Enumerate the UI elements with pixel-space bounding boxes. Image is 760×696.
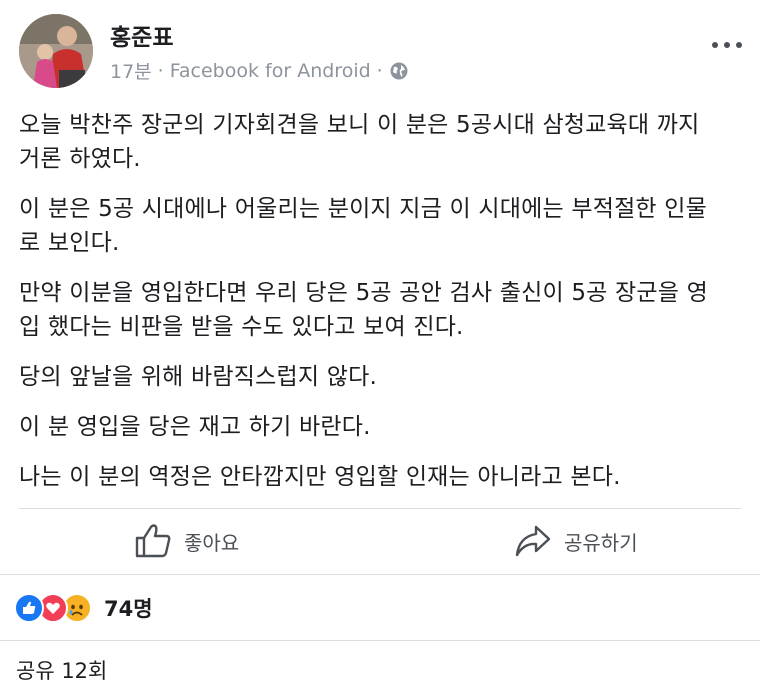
like-reaction-icon — [14, 593, 44, 623]
post-paragraph: 오늘 박찬주 장군의 기자회견을 보니 이 분은 5공시대 삼청교육대 까지 거… — [19, 112, 700, 172]
author-name[interactable]: 홍준표 — [110, 18, 173, 52]
post-paragraph: 이 분 영입을 당은 재고 하기 바란다. — [19, 414, 371, 440]
post-actions: 좋아요 공유하기 — [0, 508, 760, 574]
divider — [0, 574, 760, 575]
post-time[interactable]: 17분 — [110, 57, 152, 84]
meta-separator: · — [157, 59, 164, 82]
post-meta: 17분 · Facebook for Android · — [110, 57, 409, 84]
divider — [0, 640, 760, 641]
share-label: 공유하기 — [564, 530, 638, 555]
post-paragraph: 이 분은 5공 시대에나 어울리는 분이지 지금 이 시대에는 부적절한 인물 … — [19, 196, 708, 256]
share-arrow-icon — [514, 524, 552, 558]
like-button[interactable]: 좋아요 — [134, 508, 239, 574]
thumbs-up-icon — [134, 523, 172, 559]
author-avatar[interactable] — [19, 14, 93, 88]
post-body: 오늘 박찬주 장군의 기자회견을 보니 이 분은 5공시대 삼청교육대 까지 거… — [19, 108, 744, 510]
like-label: 좋아요 — [184, 530, 240, 555]
post-source: Facebook for Android — [169, 59, 371, 82]
more-options-icon[interactable] — [712, 30, 742, 60]
post-paragraph: 만약 이분을 영입한다면 우리 당은 5공 공안 검사 출신이 5공 장군을 영… — [19, 280, 709, 340]
reaction-count: 74명 — [104, 597, 153, 621]
share-button[interactable]: 공유하기 — [514, 508, 638, 574]
post-paragraph: 당의 앞날을 위해 바람직스럽지 않다. — [19, 364, 377, 390]
post-header: 홍준표 17분 · Facebook for Android · — [0, 0, 760, 100]
share-count[interactable]: 공유 12회 — [16, 655, 107, 685]
post-paragraph: 나는 이 분의 역정은 안타깝지만 영입할 인재는 아니라고 본다. — [19, 464, 621, 490]
meta-separator: · — [376, 59, 383, 82]
globe-icon — [389, 61, 409, 81]
reactions-summary[interactable]: 74명 — [14, 588, 153, 628]
